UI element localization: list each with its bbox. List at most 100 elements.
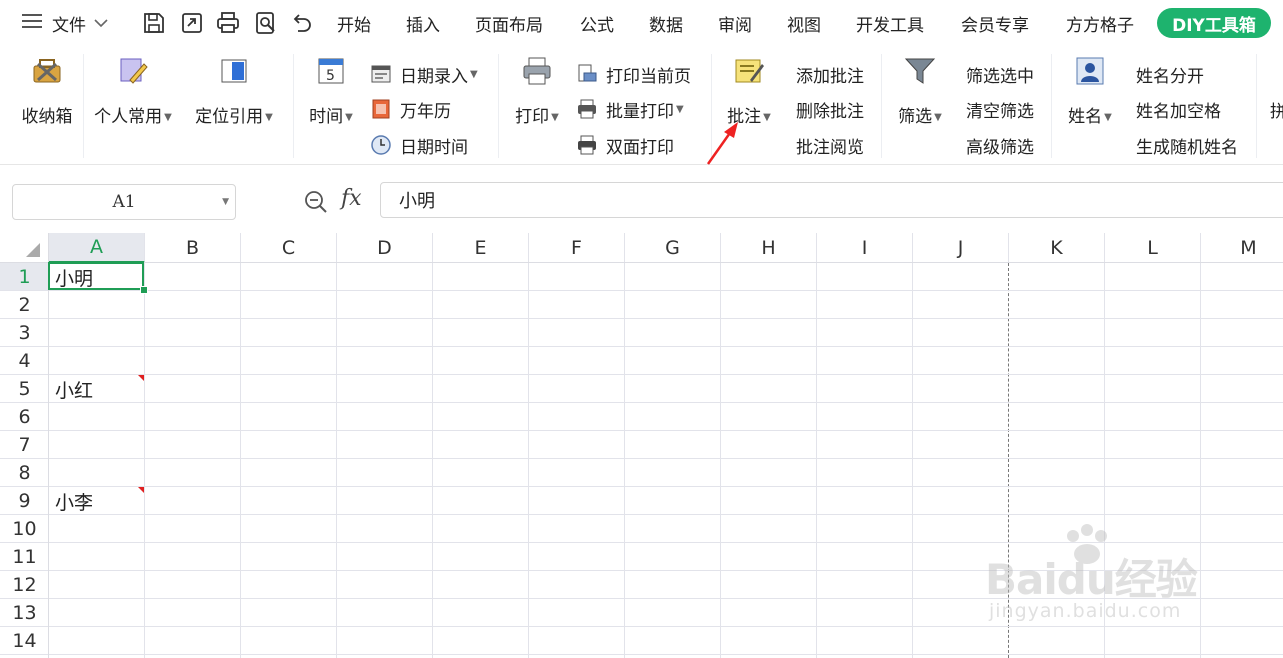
cell-a5[interactable]: 小红 (49, 375, 145, 403)
row-header-4[interactable]: 4 (0, 347, 49, 375)
random-name-button[interactable]: 生成随机姓名 (1136, 131, 1238, 159)
column-header-h[interactable]: H (721, 233, 817, 263)
delete-comment-label: 删除批注 (796, 101, 864, 122)
cut-off-button[interactable]: 拼 (1270, 95, 1283, 123)
advanced-filter-button[interactable]: 高级筛选 (966, 131, 1034, 159)
comment-indicator-icon[interactable] (138, 487, 144, 493)
name-label: 姓名 (1068, 107, 1103, 127)
column-header-m[interactable]: M (1201, 233, 1283, 263)
column-header-l[interactable]: L (1105, 233, 1201, 263)
batch-print-label: 批量打印 (606, 101, 674, 122)
personal-common-button[interactable]: 个人常用 ▼ (90, 54, 176, 127)
row-header-5[interactable]: 5 (0, 375, 49, 403)
random-name-label: 生成随机姓名 (1136, 137, 1238, 158)
time-label: 时间 (309, 107, 344, 127)
divider (881, 54, 882, 158)
column-header-k[interactable]: K (1009, 233, 1105, 263)
name-button[interactable]: 姓名 ▼ (1063, 54, 1117, 127)
divider (1256, 54, 1257, 158)
column-header-c[interactable]: C (241, 233, 337, 263)
tab-diy-toolbox[interactable]: DIY工具箱 (1157, 8, 1271, 38)
filter-selected-button[interactable]: 筛选选中 (966, 60, 1034, 88)
add-comment-button[interactable]: 添加批注 (796, 60, 864, 88)
name-add-space-button[interactable]: 姓名加空格 (1136, 95, 1221, 123)
print-label: 打印 (515, 107, 550, 127)
perpetual-calendar-label: 万年历 (400, 101, 451, 122)
row-header-12[interactable]: 12 (0, 571, 49, 599)
caret-down-icon: ▼ (222, 197, 229, 207)
tab-member[interactable]: 会员专享 (961, 0, 1029, 46)
column-header-b[interactable]: B (145, 233, 241, 263)
tab-data[interactable]: 数据 (649, 0, 683, 46)
print-button[interactable]: 打印 ▼ (510, 54, 564, 127)
date-time-button[interactable]: 日期时间 (370, 131, 468, 159)
browse-comment-label: 批注阅览 (796, 137, 864, 158)
column-header-a[interactable]: A (49, 233, 145, 263)
row-header-13[interactable]: 13 (0, 599, 49, 627)
fx-icon[interactable]: fx (341, 186, 362, 211)
tab-home[interactable]: 开始 (337, 0, 371, 46)
locate-reference-button[interactable]: 定位引用 ▼ (190, 54, 278, 127)
row-header-14[interactable]: 14 (0, 627, 49, 655)
row-header-2[interactable]: 2 (0, 291, 49, 319)
column-header-g[interactable]: G (625, 233, 721, 263)
funnel-icon (903, 54, 937, 88)
delete-comment-button[interactable]: 删除批注 (796, 95, 864, 123)
date-entry-label: 日期录入 (400, 66, 468, 87)
tab-fangfanggezi[interactable]: 方方格子 (1066, 0, 1134, 46)
row-header-6[interactable]: 6 (0, 403, 49, 431)
cell-a9[interactable]: 小李 (49, 487, 145, 515)
print-preview-icon[interactable] (253, 10, 279, 36)
filter-button[interactable]: 筛选 ▼ (893, 54, 947, 127)
row-header-1[interactable]: 1 (0, 263, 49, 291)
tab-developer[interactable]: 开发工具 (856, 0, 924, 46)
print-current-page-button[interactable]: 打印当前页 (576, 60, 691, 88)
name-split-label: 姓名分开 (1136, 66, 1204, 87)
export-icon[interactable] (179, 10, 205, 36)
name-split-button[interactable]: 姓名分开 (1136, 60, 1204, 88)
row-header-9[interactable]: 9 (0, 487, 49, 515)
row-header-3[interactable]: 3 (0, 319, 49, 347)
tab-page-layout[interactable]: 页面布局 (475, 0, 543, 46)
caret-down-icon: ▼ (934, 111, 942, 123)
tab-insert[interactable]: 插入 (406, 0, 440, 46)
formula-input[interactable]: 小明 (380, 182, 1283, 218)
fill-handle[interactable] (140, 286, 148, 294)
file-menu[interactable]: 文件 (22, 0, 108, 46)
perpetual-calendar-button[interactable]: 万年历 (370, 95, 451, 123)
comment-indicator-icon[interactable] (138, 375, 144, 381)
comment-button[interactable]: 批注 ▼ (722, 54, 776, 127)
browse-comment-button[interactable]: 批注阅览 (796, 131, 864, 159)
time-button[interactable]: 5 时间 ▼ (304, 54, 358, 127)
spreadsheet-grid[interactable]: A B C D E F G H I J K L M 1 2 3 4 5 6 7 8 9 10 11 12 13 14 小明 小红 小李 (0, 233, 1283, 658)
undo-icon[interactable] (289, 10, 315, 36)
batch-print-button[interactable]: 批量打印 ▼ (576, 95, 684, 123)
filter-selected-label: 筛选选中 (966, 66, 1034, 87)
name-box[interactable]: A1 ▼ (12, 184, 236, 220)
column-header-d[interactable]: D (337, 233, 433, 263)
row-header-10[interactable]: 10 (0, 515, 49, 543)
caret-down-icon: ▼ (676, 103, 684, 115)
row-header-8[interactable]: 8 (0, 459, 49, 487)
print-icon[interactable] (215, 10, 241, 36)
date-entry-button[interactable]: 日期录入 ▼ (370, 60, 478, 88)
batch-print-icon (576, 98, 598, 120)
tab-formulas[interactable]: 公式 (580, 0, 614, 46)
clear-filter-button[interactable]: 清空筛选 (966, 95, 1034, 123)
tab-view[interactable]: 视图 (787, 0, 821, 46)
row-header-7[interactable]: 7 (0, 431, 49, 459)
column-header-i[interactable]: I (817, 233, 913, 263)
caret-down-icon: ▼ (470, 68, 478, 80)
select-all-corner[interactable] (0, 233, 49, 263)
column-header-j[interactable]: J (913, 233, 1009, 263)
column-header-f[interactable]: F (529, 233, 625, 263)
zoom-search-icon[interactable] (303, 189, 329, 219)
divider (83, 54, 84, 158)
duplex-print-button[interactable]: 双面打印 (576, 131, 674, 159)
column-header-e[interactable]: E (433, 233, 529, 263)
row-header-11[interactable]: 11 (0, 543, 49, 571)
caret-down-icon: ▼ (551, 111, 559, 123)
tab-review[interactable]: 审阅 (718, 0, 752, 46)
storage-box-button[interactable]: 收纳箱 (18, 54, 76, 127)
save-icon[interactable] (141, 10, 167, 36)
